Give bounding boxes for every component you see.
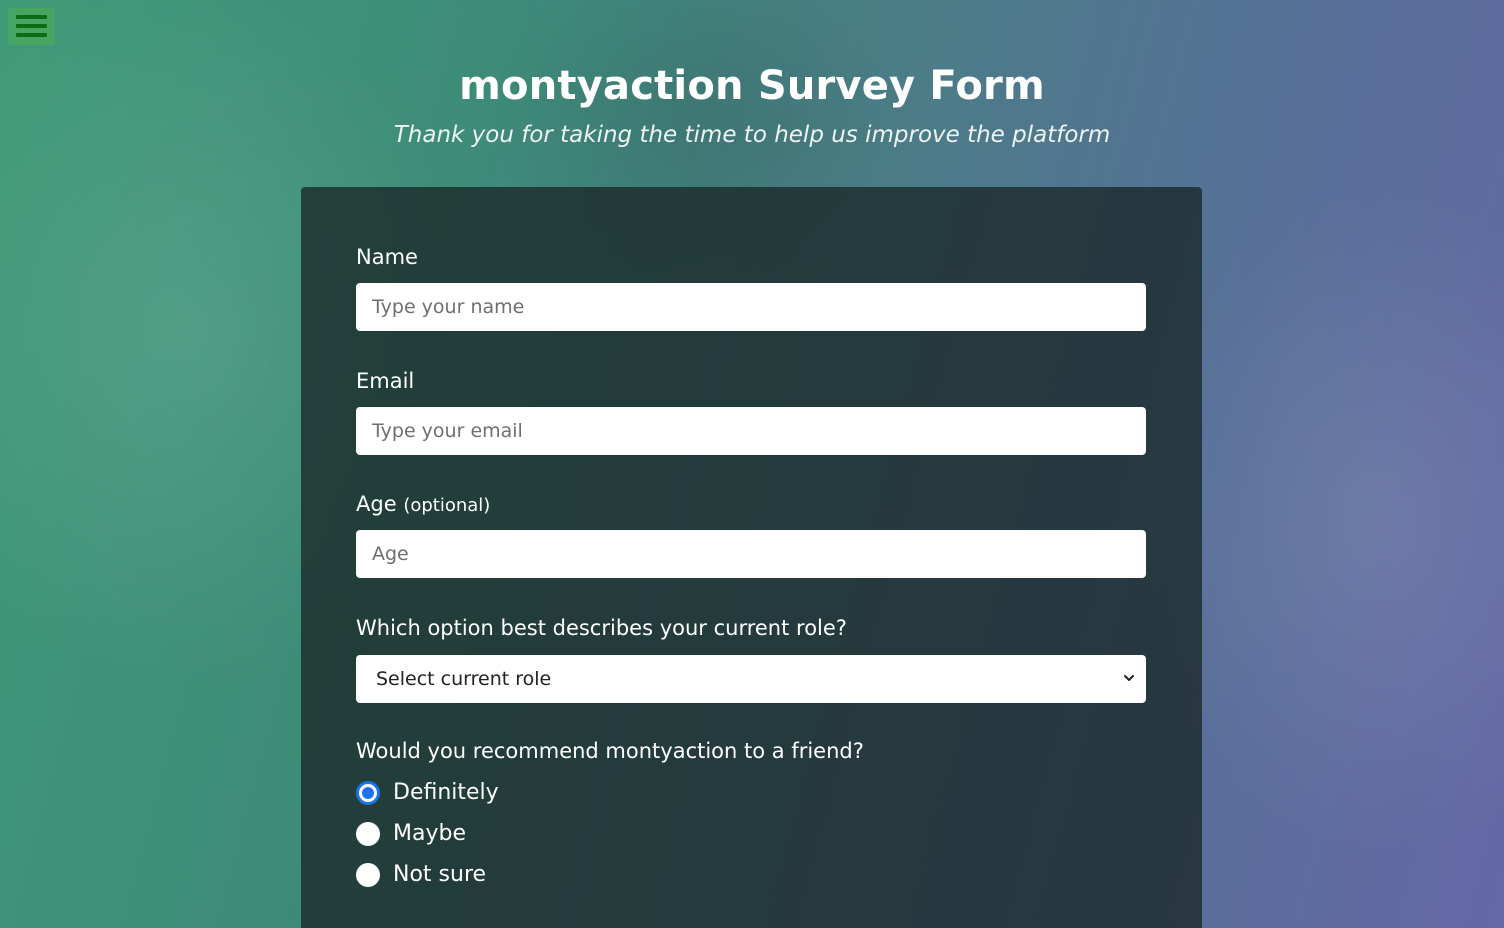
role-select[interactable]: Select current role	[356, 655, 1146, 703]
hamburger-menu-icon-bar	[16, 33, 47, 37]
age-label-text: Age	[356, 492, 397, 516]
radio-button[interactable]	[356, 863, 380, 887]
menu-button[interactable]	[8, 8, 55, 45]
name-label: Name	[356, 245, 418, 269]
age-input[interactable]	[356, 530, 1146, 578]
radio-button[interactable]	[356, 822, 380, 846]
radio-option-label: Not sure	[393, 862, 487, 887]
email-input[interactable]	[356, 407, 1146, 455]
survey-form: Name Email Age (optional) Which option b…	[301, 187, 1202, 928]
role-select-value: Select current role	[376, 668, 552, 690]
age-label: Age (optional)	[356, 489, 490, 521]
radio-button-checked[interactable]	[356, 781, 380, 805]
radio-option-label: Definitely	[393, 780, 499, 805]
radio-option-label: Maybe	[393, 821, 466, 846]
hamburger-menu-icon	[16, 15, 47, 19]
page-subtitle: Thank you for taking the time to help us…	[393, 122, 1111, 148]
name-input[interactable]	[356, 283, 1146, 331]
chevron-down-icon	[1124, 675, 1134, 681]
page-title: montyaction Survey Form	[459, 63, 1045, 109]
hamburger-menu-icon-bar	[16, 24, 47, 28]
email-label: Email	[356, 369, 415, 393]
recommend-label: Would you recommend montyaction to a fri…	[356, 739, 864, 763]
role-label: Which option best describes your current…	[356, 616, 847, 640]
age-optional-note: (optional)	[403, 495, 491, 516]
